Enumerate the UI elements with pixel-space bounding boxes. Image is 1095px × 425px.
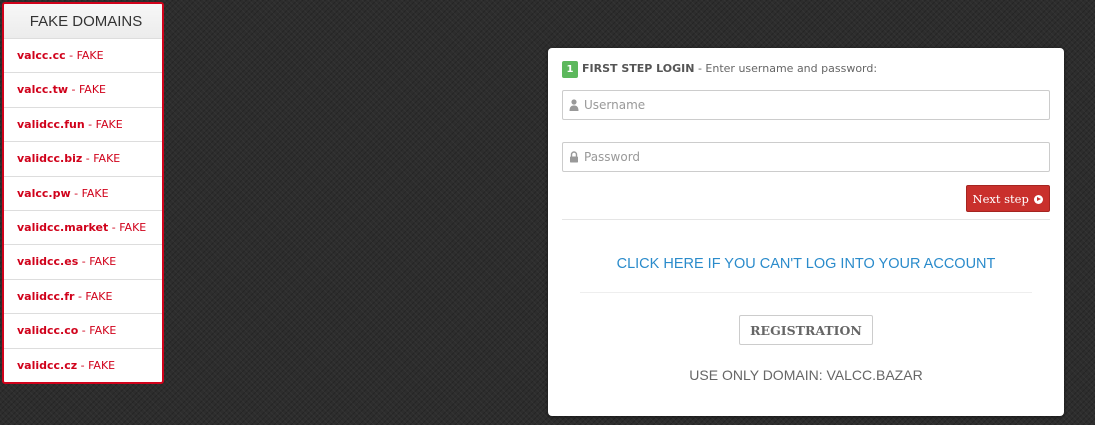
step-number-badge: 1 — [562, 60, 578, 78]
step-header: 1 FIRST STEP LOGIN - Enter username and p… — [562, 60, 877, 78]
arrow-circle-right-icon — [1034, 194, 1044, 204]
lock-icon — [570, 151, 578, 163]
fake-domains-list: valcc.cc - FAKE valcc.tw - FAKE validcc.… — [4, 39, 162, 382]
fake-domain-item: validcc.es - FAKE — [4, 245, 162, 280]
fake-domain-name: validcc.fr — [17, 289, 75, 303]
cant-login-link[interactable]: CLICK HERE IF YOU CAN'T LOG INTO YOUR AC… — [548, 256, 1064, 272]
fake-domain-item: valcc.tw - FAKE — [4, 73, 162, 108]
fake-domain-item: validcc.fr - FAKE — [4, 280, 162, 315]
fake-domain-item: validcc.market - FAKE — [4, 211, 162, 246]
fake-domain-item: validcc.co - FAKE — [4, 314, 162, 349]
fake-domain-label: - FAKE — [65, 49, 104, 62]
domain-note: USE ONLY DOMAIN: VALCC.BAZAR — [689, 367, 923, 383]
fake-domain-item: valcc.pw - FAKE — [4, 177, 162, 211]
fake-domain-name: validcc.es — [17, 255, 79, 269]
fake-domain-label: - FAKE — [78, 255, 117, 269]
fake-domain-name: valcc.cc — [17, 49, 66, 62]
user-icon — [569, 99, 579, 111]
fake-domain-label: - FAKE — [68, 83, 106, 97]
fake-domain-item: validcc.biz - FAKE — [4, 142, 162, 177]
fake-domain-name: valcc.tw — [17, 83, 69, 97]
fake-domain-name: valcc.pw — [17, 186, 71, 200]
fake-domain-name: validcc.co — [17, 324, 79, 338]
next-step-button[interactable]: Next step — [966, 185, 1050, 212]
fake-domain-item: validcc.fun - FAKE — [4, 108, 162, 143]
fake-domain-label: - FAKE — [84, 117, 123, 131]
fake-domain-name: validcc.biz — [17, 152, 83, 166]
step-description: - Enter username and password: — [694, 62, 878, 75]
fake-domain-name: validcc.cz — [17, 358, 78, 372]
fake-domain-item: valcc.cc - FAKE — [4, 39, 162, 74]
fake-domain-item: validcc.cz - FAKE — [4, 349, 162, 382]
fake-domain-label: - FAKE — [78, 324, 117, 338]
fake-domain-label: - FAKE — [108, 220, 147, 234]
fake-domains-title: FAKE DOMAINS — [4, 4, 162, 39]
divider — [562, 219, 1050, 220]
password-input-group — [562, 142, 1050, 172]
divider — [580, 292, 1032, 293]
fake-domain-label: - FAKE — [77, 358, 116, 372]
registration-button[interactable]: REGISTRATION — [739, 315, 873, 345]
fake-domain-label: - FAKE — [82, 152, 121, 166]
next-step-label: Next step — [972, 191, 1029, 206]
fake-domain-name: validcc.fun — [17, 117, 85, 131]
fake-domain-label: - FAKE — [70, 186, 109, 200]
fake-domains-panel: FAKE DOMAINS valcc.cc - FAKE valcc.tw - … — [2, 2, 164, 384]
password-input[interactable] — [584, 143, 1044, 171]
fake-domain-label: - FAKE — [74, 289, 113, 303]
step-title: FIRST STEP LOGIN — [582, 62, 695, 75]
login-card: 1 FIRST STEP LOGIN - Enter username and p… — [548, 48, 1064, 416]
fake-domain-name: validcc.market — [17, 220, 109, 234]
username-input[interactable] — [584, 91, 1044, 119]
username-input-group — [562, 90, 1050, 120]
